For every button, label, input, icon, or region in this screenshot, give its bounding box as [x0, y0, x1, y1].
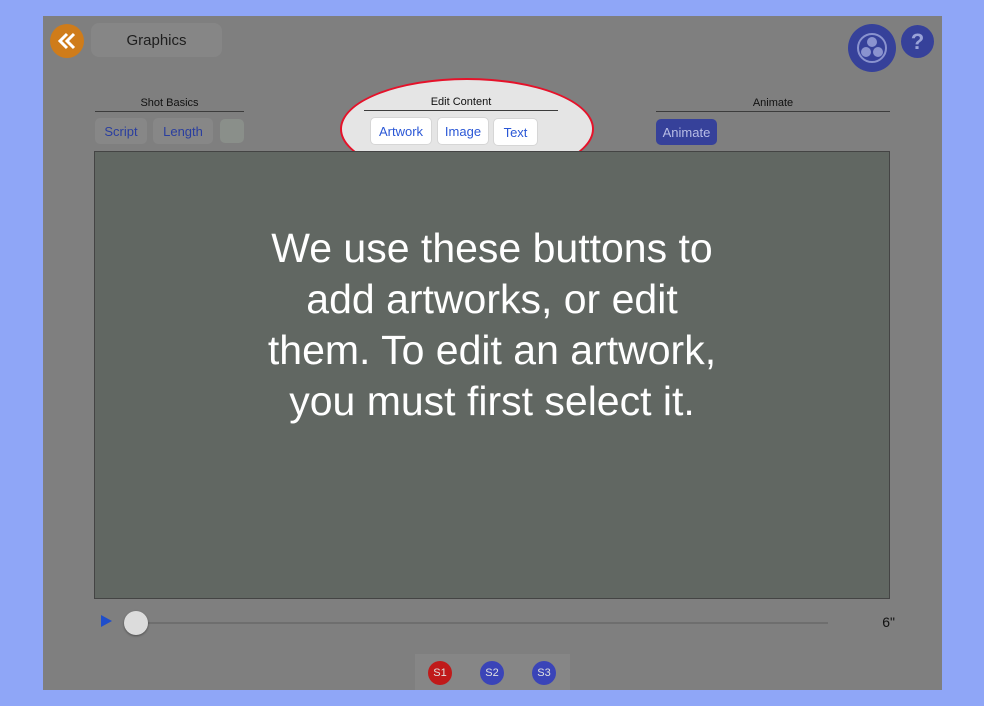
edit-content-label: Edit Content [364, 96, 558, 111]
script-button[interactable]: Script [95, 118, 147, 144]
color-swatch-button[interactable] [220, 119, 244, 143]
collaborate-button[interactable] [848, 24, 896, 72]
chevrons-left-icon [57, 32, 76, 50]
page-title: Graphics [91, 23, 222, 57]
text-button[interactable]: Text [493, 118, 538, 146]
animate-label: Animate [656, 97, 890, 112]
timeline-scrubber[interactable] [124, 611, 148, 635]
app-screen: Graphics ? Shot Basics Script Length Edi… [43, 16, 942, 690]
artwork-button[interactable]: Artwork [370, 117, 432, 145]
duration-label: 6" [882, 614, 895, 630]
overlay-line: add artworks, or edit [306, 276, 678, 322]
image-button[interactable]: Image [437, 117, 489, 145]
animate-button[interactable]: Animate [656, 119, 717, 145]
scene-button-s1[interactable]: S1 [428, 661, 452, 685]
tutorial-overlay-text: We use these buttons to add artworks, or… [95, 223, 889, 427]
play-icon[interactable] [101, 615, 112, 627]
overlay-line: you must first select it. [289, 378, 695, 424]
help-button[interactable]: ? [901, 25, 934, 58]
shot-basics-label: Shot Basics [95, 97, 244, 112]
timeline-track[interactable] [136, 622, 828, 624]
scene-button-s3[interactable]: S3 [532, 661, 556, 685]
stage-canvas[interactable]: We use these buttons to add artworks, or… [94, 151, 890, 599]
team-icon [857, 33, 887, 63]
scene-button-s2[interactable]: S2 [480, 661, 504, 685]
back-button[interactable] [50, 24, 84, 58]
length-button[interactable]: Length [153, 118, 213, 144]
overlay-line: We use these buttons to [271, 225, 713, 271]
overlay-line: them. To edit an artwork, [267, 327, 717, 373]
